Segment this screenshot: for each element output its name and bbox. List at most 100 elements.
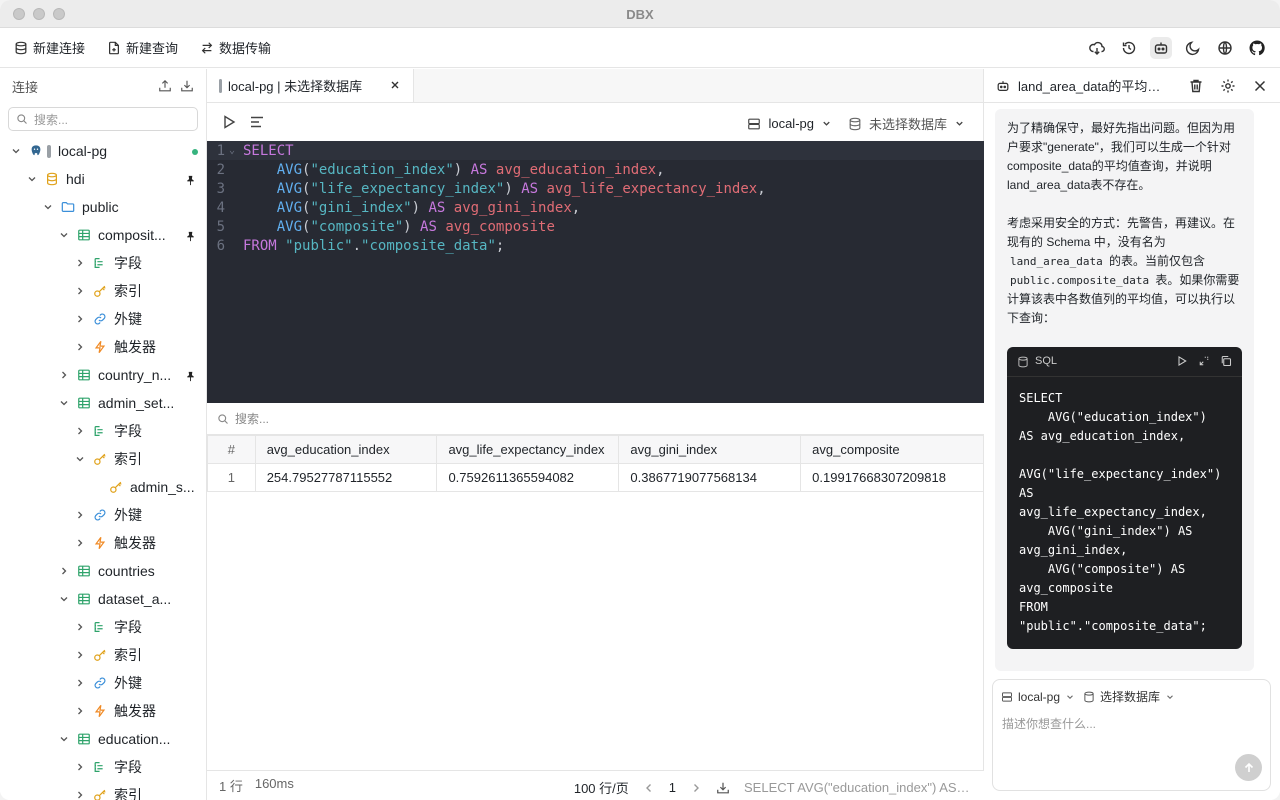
github-button[interactable] (1246, 37, 1268, 59)
table-cell[interactable]: 0.7592611365594082 (436, 463, 620, 492)
pin-icon[interactable] (185, 173, 196, 186)
copy-icon[interactable] (1220, 355, 1232, 367)
upload-icon[interactable] (158, 79, 172, 93)
chevron-down-icon[interactable] (26, 173, 38, 185)
chevron-down-icon[interactable] (58, 733, 70, 745)
connection-select[interactable]: local-pg (747, 116, 832, 131)
editor-line: 2 AVG("education_index") AS avg_educatio… (207, 160, 984, 179)
trash-icon[interactable] (1188, 78, 1204, 94)
tree-item[interactable]: 外键 (0, 501, 206, 529)
tree-item[interactable]: 触发器 (0, 697, 206, 725)
pin-icon[interactable] (185, 229, 196, 242)
column-header[interactable]: avg_gini_index (618, 435, 802, 464)
table-cell[interactable]: 0.3867719077568134 (618, 463, 802, 492)
table-cell[interactable]: 0.19917668307209818 (800, 463, 984, 492)
pin-icon[interactable] (185, 369, 196, 382)
settings-gear-icon[interactable] (1220, 78, 1236, 94)
tree-item[interactable]: 外键 (0, 669, 206, 697)
chevron-right-icon[interactable] (74, 509, 86, 521)
tree-item[interactable]: 索引 (0, 277, 206, 305)
table-cell[interactable]: 254.79527787115552 (254, 463, 438, 492)
table-row[interactable]: 1 254.79527787115552 0.7592611365594082 0.3… (207, 463, 984, 492)
tree-item[interactable]: 字段 (0, 417, 206, 445)
chevron-right-icon[interactable] (74, 649, 86, 661)
tree-item[interactable]: 触发器 (0, 333, 206, 361)
chevron-right-icon[interactable] (74, 621, 86, 633)
tree-item[interactable]: 字段 (0, 753, 206, 781)
chevron-right-icon[interactable] (74, 425, 86, 437)
new-connection-button[interactable]: 新建连接 (14, 38, 85, 57)
close-tab-icon[interactable] (389, 79, 401, 91)
chevron-right-icon[interactable] (74, 537, 86, 549)
chevron-right-icon[interactable] (74, 677, 86, 689)
chevron-right-icon[interactable] (74, 341, 86, 353)
data-transfer-button[interactable]: 数据传输 (200, 38, 271, 57)
page-size-select[interactable]: 100 行/页 (574, 778, 629, 797)
tree-item[interactable]: local-pg (0, 137, 206, 165)
chevron-right-icon[interactable] (74, 705, 86, 717)
tree-item[interactable]: 外键 (0, 305, 206, 333)
close-icon[interactable] (1252, 78, 1268, 94)
chevron-right-icon[interactable] (74, 285, 86, 297)
run-code-icon[interactable] (1176, 355, 1188, 367)
tree-item[interactable]: education... (0, 725, 206, 753)
sidebar-search-input[interactable]: 搜索... (8, 107, 198, 131)
export-download-icon[interactable] (716, 781, 730, 795)
download-icon[interactable] (180, 79, 194, 93)
chevron-right-icon[interactable] (74, 761, 86, 773)
column-header[interactable]: avg_composite (800, 435, 984, 464)
ai-assistant-button[interactable] (1150, 37, 1172, 59)
fold-chevron-icon[interactable]: ⌄ (229, 145, 243, 156)
composer-input[interactable]: 描述你想查什么... (993, 705, 1270, 742)
chevron-right-icon[interactable] (74, 257, 86, 269)
tree-item[interactable]: hdi (0, 165, 206, 193)
tree-item[interactable]: country_n... (0, 361, 206, 389)
composer-database-select[interactable]: 选择数据库 (1083, 688, 1175, 705)
chevron-right-icon[interactable] (74, 789, 86, 800)
line-number: 5 (216, 218, 225, 235)
results-search-input[interactable]: 搜索... (207, 403, 984, 435)
tree-item[interactable]: composit... (0, 221, 206, 249)
tree-item[interactable]: 索引 (0, 641, 206, 669)
tree-item[interactable]: 索引 (0, 445, 206, 473)
tree-item[interactable]: 触发器 (0, 529, 206, 557)
cloud-download-button[interactable] (1086, 37, 1108, 59)
tree-item[interactable]: 索引 (0, 781, 206, 800)
tree-item[interactable]: 字段 (0, 249, 206, 277)
tree-item[interactable]: public (0, 193, 206, 221)
sql-editor[interactable]: 1 ⌄ SELECT 2 AVG("education_index") AS avg_… (207, 141, 984, 403)
tree-item[interactable]: 字段 (0, 613, 206, 641)
send-button[interactable] (1235, 754, 1262, 781)
language-button[interactable] (1214, 37, 1236, 59)
database-select[interactable]: 未选择数据库 (848, 114, 965, 133)
column-header[interactable]: avg_life_expectancy_index (436, 435, 620, 464)
format-sql-icon[interactable] (249, 114, 265, 130)
history-button[interactable] (1118, 37, 1140, 59)
theme-toggle-button[interactable] (1182, 37, 1204, 59)
chevron-right-icon[interactable] (58, 369, 70, 381)
run-query-icon[interactable] (221, 114, 237, 130)
columns-icon (92, 620, 107, 635)
chevron-down-icon[interactable] (58, 397, 70, 409)
chevron-right-icon[interactable] (58, 565, 70, 577)
new-query-button[interactable]: 新建查询 (107, 38, 178, 57)
tree-item[interactable]: dataset_a... (0, 585, 206, 613)
next-page-icon[interactable] (690, 782, 702, 794)
tree-item[interactable]: admin_set... (0, 389, 206, 417)
chevron-down-icon[interactable] (42, 201, 54, 213)
chevron-down-icon[interactable] (58, 229, 70, 241)
chevron-down-icon[interactable] (74, 453, 86, 465)
column-header[interactable]: # (207, 435, 256, 464)
tree-item[interactable]: admin_s... (0, 473, 206, 501)
composer-connection-select[interactable]: local-pg (1001, 690, 1075, 704)
tree-item[interactable]: countries (0, 557, 206, 585)
chevron-down-icon[interactable] (58, 593, 70, 605)
insert-code-icon[interactable] (1198, 355, 1210, 367)
table-cell[interactable]: 1 (207, 463, 256, 492)
code-token: . (352, 237, 362, 254)
prev-page-icon[interactable] (643, 782, 655, 794)
chevron-right-icon[interactable] (74, 313, 86, 325)
query-tab[interactable]: local-pg | 未选择数据库 (207, 69, 414, 102)
chevron-down-icon[interactable] (10, 145, 22, 157)
column-header[interactable]: avg_education_index (254, 435, 438, 464)
